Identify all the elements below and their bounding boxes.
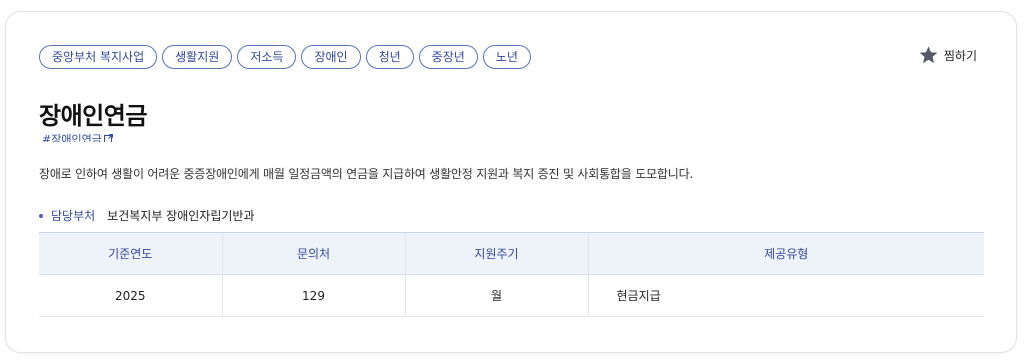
hashtag-text: #장애인연금 xyxy=(42,133,102,142)
favorite-button[interactable]: 찜하기 xyxy=(919,46,977,64)
tag-disabled[interactable]: 장애인 xyxy=(301,45,361,69)
favorite-label: 찜하기 xyxy=(943,48,977,63)
external-link-icon xyxy=(103,133,113,142)
cell-base-year: 2025 xyxy=(39,274,222,317)
table-header-row: 기준연도 문의처 지원주기 제공유형 xyxy=(39,232,984,275)
department-value: 보건복지부 장애인자립기반과 xyxy=(107,209,255,223)
info-table: 기준연도 문의처 지원주기 제공유형 2025 129 월 현금지급 xyxy=(39,232,984,317)
header-base-year: 기준연도 xyxy=(39,232,222,275)
tag-low-income[interactable]: 저소득 xyxy=(237,45,297,69)
header-contact: 문의처 xyxy=(221,232,405,275)
cell-support-cycle: 월 xyxy=(404,274,588,317)
bullet-icon xyxy=(39,213,43,218)
cell-provision-type: 현금지급 xyxy=(587,274,984,317)
department-row: 담당부처 보건복지부 장애인자립기반과 xyxy=(39,207,255,224)
hashtag-link[interactable]: #장애인연금 xyxy=(42,133,113,142)
tag-elderly[interactable]: 노년 xyxy=(482,45,531,69)
cell-contact: 129 xyxy=(221,274,405,317)
tag-middle-aged[interactable]: 중장년 xyxy=(418,45,478,69)
department-label: 담당부처 xyxy=(51,209,96,223)
tag-living-support[interactable]: 생활지원 xyxy=(162,45,233,69)
header-provision-type: 제공유형 xyxy=(587,232,984,275)
tag-list: 중앙부처 복지사업 생활지원 저소득 장애인 청년 중장년 노년 xyxy=(39,45,531,69)
tag-central-ministry[interactable]: 중앙부처 복지사업 xyxy=(39,45,158,69)
tag-youth[interactable]: 청년 xyxy=(365,45,414,69)
star-icon xyxy=(919,46,938,64)
table-row: 2025 129 월 현금지급 xyxy=(39,274,984,317)
header-support-cycle: 지원주기 xyxy=(404,232,588,275)
service-description: 장애로 인하여 생활이 어려운 중증장애인에게 매월 일정금액의 연금을 지급하… xyxy=(39,167,694,181)
page-title: 장애인연금 xyxy=(39,102,147,130)
